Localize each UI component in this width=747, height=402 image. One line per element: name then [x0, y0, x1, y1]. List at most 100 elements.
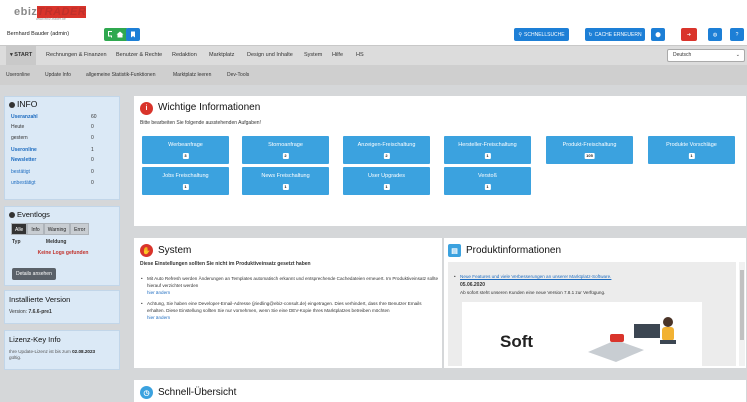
tab-warning[interactable]: Warning	[43, 223, 71, 235]
user-button[interactable]: ⬤	[651, 28, 665, 41]
info-label: Heute	[11, 124, 25, 130]
eventlog-icon	[9, 212, 15, 219]
info-row-gestern: gestern 0	[11, 135, 94, 141]
tile-count-badge: 1	[484, 184, 491, 190]
nav-marketplace[interactable]: Marktplatz	[209, 46, 234, 65]
teaser-illustration	[588, 317, 676, 362]
tile-count-badge: 1	[182, 184, 189, 190]
product-info-panel: ▤ Produktinformationen • Neue Features u…	[444, 238, 746, 368]
language-select[interactable]: Deutsch ⌄	[667, 49, 745, 62]
tile-label: Werbeanfrage	[168, 142, 203, 148]
search-icon: ⚲	[518, 31, 523, 38]
tile-count-badge: 105	[584, 153, 595, 159]
info-label: gestern	[11, 135, 28, 141]
tile-label: Stornoanfrage	[268, 142, 303, 148]
change-autorefresh-link[interactable]: hier ändern	[147, 290, 170, 295]
tile-jobs-freischaltung[interactable]: Jobs Freischaltung 1	[142, 167, 229, 195]
license-date: 02.08.2023	[72, 349, 96, 354]
tile-user-upgrades[interactable]: User Upgrades 1	[343, 167, 430, 195]
news-item: • Neue Features und viele Verbesserungen…	[454, 274, 611, 279]
tile-verstoss[interactable]: Verstoß 1	[444, 167, 531, 195]
nav-start[interactable]: ▾ START	[6, 46, 37, 65]
tile-produkte-vorschlaege[interactable]: Produkte Vorschläge 1	[648, 136, 735, 164]
logout-button[interactable]: ➜	[681, 28, 697, 41]
license-text-before: Ihre Update-Lizenz ist bis zum	[9, 349, 71, 354]
tab-info[interactable]: Info	[27, 223, 44, 235]
ebiz-trader-logo[interactable]: ebizTRADER www.ebiz-trader.de	[14, 6, 92, 26]
license-text: Ihre Update-Lizenz ist bis zum 02.08.202…	[9, 349, 117, 361]
tile-anzeigen-freischaltung[interactable]: Anzeigen-Freischaltung 2	[343, 136, 430, 164]
tab-error[interactable]: Error	[70, 223, 90, 235]
info-value: 0	[91, 157, 94, 163]
system-item-text: Achtung, Sie haben eine Developer-Email-…	[147, 301, 422, 313]
log-empty-message: Keine Logs gefunden	[37, 250, 89, 256]
news-link[interactable]: Neue Features und viele Verbesserungen a…	[460, 274, 611, 279]
bullet: •	[454, 274, 456, 279]
nav-hs[interactable]: HS	[356, 46, 364, 65]
tile-label: News Freischaltung	[261, 173, 310, 179]
nav-system[interactable]: System	[304, 46, 322, 65]
nav-editorial[interactable]: Redaktion	[172, 46, 197, 65]
subnav-statistics[interactable]: allgemeine Statistik-Funktionen	[86, 65, 155, 85]
system-panel: ✋ System Diese Einstellungen sollten Sie…	[134, 238, 442, 368]
quick-overview-panel: ◷ Schnell-Übersicht	[134, 380, 746, 402]
important-info-panel: i Wichtige Informationen Bitte bearbeite…	[134, 96, 746, 226]
tile-stornoanfrage[interactable]: Stornoanfrage 2	[242, 136, 329, 164]
scrollbar-thumb[interactable]	[740, 270, 744, 340]
tile-count-badge: 3	[182, 153, 189, 159]
important-info-subtitle: Bitte bearbeiten Sie folgende ausstehend…	[140, 120, 261, 126]
info-label[interactable]: unbestätigt	[11, 180, 35, 186]
change-devmail-link[interactable]: hier ändern	[147, 315, 170, 320]
tile-count-badge: 1	[383, 184, 390, 190]
col-message: Meldung	[45, 239, 67, 245]
details-button[interactable]: Details ansehen	[12, 268, 56, 280]
tile-hersteller-freischaltung[interactable]: Hersteller-Freischaltung 1	[444, 136, 531, 164]
info-value: 0	[91, 180, 94, 186]
bookmark-icon	[131, 31, 135, 38]
main-navigation: ▾ START Rechnungen & Finanzen Benutzer &…	[0, 45, 747, 65]
tile-label: Hersteller-Freischaltung	[458, 142, 517, 148]
tile-werbeanfrage[interactable]: Werbeanfrage 3	[142, 136, 229, 164]
subnav-update-info[interactable]: Update Info	[45, 65, 71, 85]
cache-refresh-button[interactable]: ↻ CACHE ERNEUERN	[585, 28, 645, 41]
info-value: 60	[91, 114, 97, 120]
info-label[interactable]: bestätigt	[11, 169, 30, 175]
info-label[interactable]: Useranzahl	[11, 114, 38, 120]
info-icon	[9, 101, 15, 108]
nav-design-content[interactable]: Design und Inhalte	[247, 46, 293, 65]
tile-label: User Upgrades	[368, 173, 405, 179]
globe-icon: ◍	[712, 31, 718, 38]
nav-finance[interactable]: Rechnungen & Finanzen	[46, 46, 107, 65]
top-bar: ebizTRADER www.ebiz-trader.de Bernhard B…	[0, 0, 747, 45]
tile-news-freischaltung[interactable]: News Freischaltung 1	[242, 167, 329, 195]
info-value: 1	[91, 147, 94, 153]
info-label[interactable]: Useronline	[11, 147, 37, 153]
license-box: Lizenz-Key Info Ihre Update-Lizenz ist b…	[4, 330, 120, 370]
news-scrollbar[interactable]	[739, 262, 745, 366]
tile-produkt-freischaltung[interactable]: Produkt-Freischaltung 105	[546, 136, 633, 164]
nav-help[interactable]: Hilfe	[332, 46, 343, 65]
subnav-clear-marketplace[interactable]: Marktplatz leeren	[173, 65, 211, 85]
info-label[interactable]: Newsletter	[11, 157, 36, 163]
info-value: 0	[91, 169, 94, 175]
tile-label: Produkte Vorschläge	[666, 142, 717, 148]
help-icon: ?	[735, 31, 739, 38]
nav-users-rights[interactable]: Benutzer & Rechte	[116, 46, 162, 65]
subnav-useronline[interactable]: Useronline	[6, 65, 30, 85]
clock-icon: ◷	[140, 386, 153, 399]
quicksearch-button[interactable]: ⚲ SCHNELLSUCHE	[514, 28, 569, 41]
version-value: 7.6.6-pre1	[28, 309, 52, 315]
subnav-dev-tools[interactable]: Dev-Tools	[227, 65, 249, 85]
license-title: Lizenz-Key Info	[9, 335, 61, 344]
system-title: System	[158, 245, 192, 256]
help-button[interactable]: ?	[730, 28, 744, 41]
system-item-devmail: • Achtung, Sie haben eine Developer-Emai…	[141, 300, 439, 321]
tab-all[interactable]: Alle	[11, 223, 28, 235]
eventlogs-box: Eventlogs Alle Info Warning Error Typ Me…	[4, 206, 120, 286]
product-news-feed[interactable]: • Neue Features und viele Verbesserungen…	[448, 262, 736, 366]
tile-label: Produkt-Freischaltung	[562, 142, 617, 148]
refresh-icon: ↻	[588, 31, 593, 38]
tile-count-badge: 1	[484, 153, 491, 159]
globe-button[interactable]: ◍	[708, 28, 722, 41]
bookmark-button[interactable]	[126, 28, 140, 41]
